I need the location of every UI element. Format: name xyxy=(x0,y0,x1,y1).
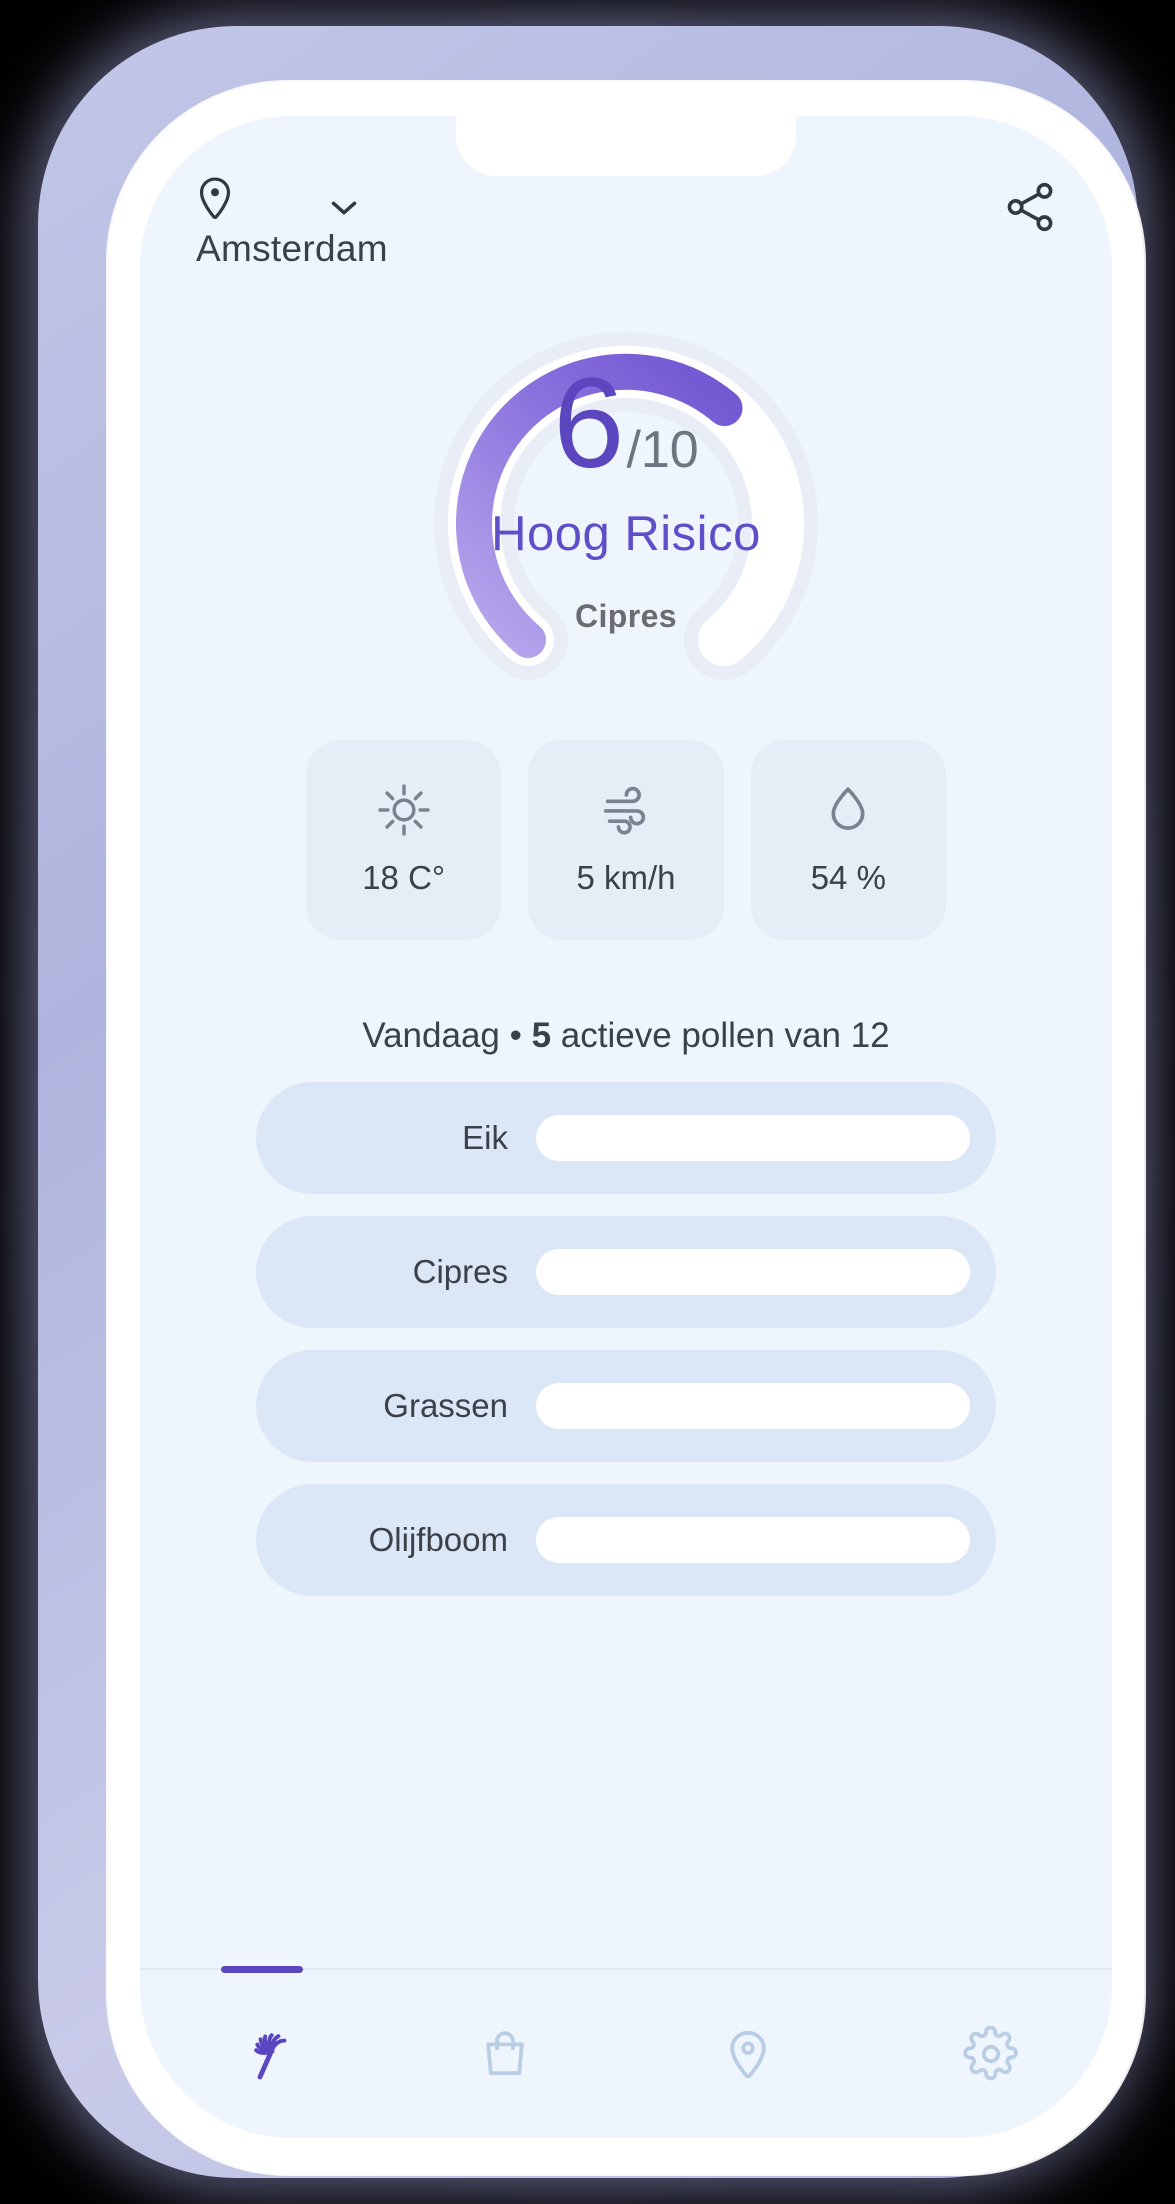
wind-icon xyxy=(599,783,653,837)
bottom-navigation xyxy=(140,1968,1112,2138)
today-active-count: 5 xyxy=(531,1016,552,1055)
risk-score-value: 6 xyxy=(553,352,624,495)
weather-stats: 18 C° 5 km/h 54 % xyxy=(306,740,946,940)
stat-card-temperature[interactable]: 18 C° xyxy=(306,740,502,940)
location-label: Amsterdam xyxy=(196,228,388,269)
today-summary: Vandaag • 5 actieve pollen van 12 xyxy=(140,1016,1112,1056)
pollen-name: Grassen xyxy=(383,1387,508,1424)
stat-card-wind[interactable]: 5 km/h xyxy=(528,740,724,940)
today-suffix: actieve pollen van 12 xyxy=(551,1016,890,1055)
pollen-list: Eik Cipres Grassen Olijfboom xyxy=(256,1082,996,1596)
share-icon[interactable] xyxy=(1006,182,1056,232)
pollen-level-track xyxy=(536,1115,970,1161)
list-item[interactable]: Grassen xyxy=(256,1350,996,1462)
pollen-name: Cipres xyxy=(412,1253,508,1290)
sun-icon xyxy=(377,783,431,837)
pollen-flower-icon xyxy=(234,2026,290,2082)
shopping-bag-icon xyxy=(477,2026,533,2082)
pollen-level-track xyxy=(536,1249,970,1295)
nav-item-shop[interactable] xyxy=(383,1970,626,2138)
list-item[interactable]: Olijfboom xyxy=(256,1484,996,1596)
list-item[interactable]: Cipres xyxy=(256,1216,996,1328)
risk-gauge: 6 /10 Hoog Risico Cipres xyxy=(376,248,876,688)
stat-card-humidity[interactable]: 54 % xyxy=(750,740,946,940)
humidity-drop-icon xyxy=(821,783,875,837)
app-screen: Amsterdam 6 /10 Hoog Risico Cipres 18 C°… xyxy=(140,116,1112,2138)
map-pin-icon xyxy=(720,2026,776,2082)
phone-notch xyxy=(456,116,796,176)
pollen-name: Olijfboom xyxy=(368,1521,508,1558)
nav-item-map[interactable] xyxy=(626,1970,869,2138)
pollen-name: Eik xyxy=(462,1119,508,1156)
location-selector[interactable]: Amsterdam xyxy=(196,176,388,270)
humidity-value: 54 % xyxy=(810,859,886,896)
settings-gear-icon xyxy=(962,2025,1019,2082)
risk-level-label: Hoog Risico xyxy=(491,507,761,561)
today-prefix: Vandaag • xyxy=(362,1016,532,1055)
wind-value: 5 km/h xyxy=(576,859,676,896)
pollen-level-track xyxy=(536,1383,970,1429)
location-pin-icon xyxy=(196,176,234,222)
list-item[interactable]: Eik xyxy=(256,1082,996,1194)
phone-body: Amsterdam 6 /10 Hoog Risico Cipres 18 C°… xyxy=(108,82,1144,2174)
chevron-down-icon[interactable] xyxy=(330,199,358,217)
nav-item-pollen[interactable] xyxy=(140,1970,383,2138)
phone-frame: Amsterdam 6 /10 Hoog Risico Cipres 18 C°… xyxy=(38,26,1144,2178)
pollen-level-track xyxy=(536,1517,970,1563)
risk-score-max: /10 xyxy=(626,421,699,479)
temperature-value: 18 C° xyxy=(362,859,446,896)
primary-allergen-label: Cipres xyxy=(575,598,677,634)
screenshot-stage: Amsterdam 6 /10 Hoog Risico Cipres 18 C°… xyxy=(0,0,1175,2204)
nav-item-settings[interactable] xyxy=(869,1970,1112,2138)
gauge-readout: 6 /10 Hoog Risico xyxy=(376,360,876,562)
app-header: Amsterdam xyxy=(140,176,1112,270)
